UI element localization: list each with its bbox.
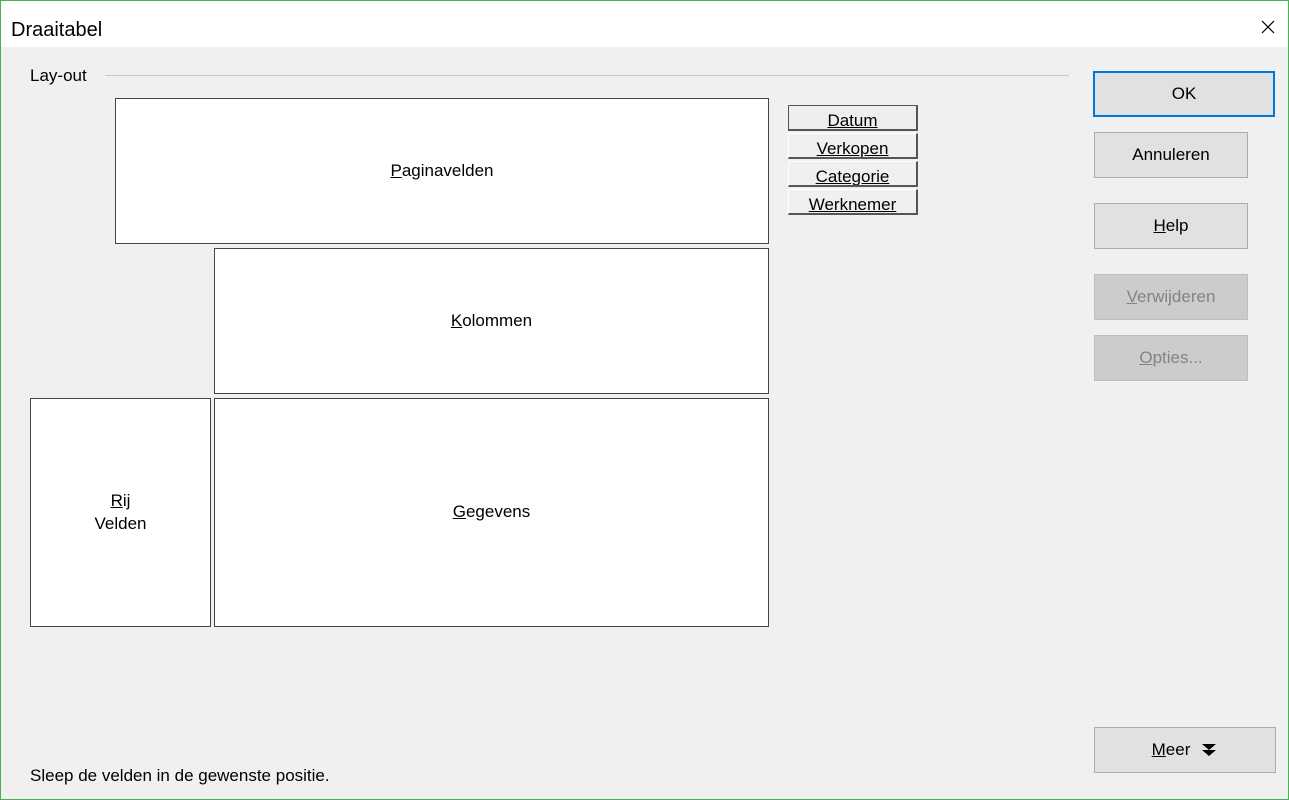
field-button-datum[interactable]: Datum bbox=[788, 105, 918, 131]
pivot-table-dialog: Draaitabel Lay-out Paginavelden Kolommen… bbox=[0, 0, 1289, 800]
help-button[interactable]: Help bbox=[1094, 203, 1248, 249]
page-fields-label: Paginavelden bbox=[390, 160, 494, 180]
cancel-button[interactable]: Annuleren bbox=[1094, 132, 1248, 178]
dialog-title: Draaitabel bbox=[11, 19, 103, 41]
title-bar: Draaitabel bbox=[1, 1, 1288, 47]
double-chevron-down-icon bbox=[1202, 744, 1217, 756]
close-button[interactable] bbox=[1248, 9, 1288, 45]
row-fields-label: Rij Velden bbox=[94, 490, 147, 533]
more-button-label: Meer bbox=[1151, 740, 1191, 759]
cancel-button-label: Annuleren bbox=[1132, 145, 1210, 164]
status-hint: Sleep de velden in de gewenste positie. bbox=[30, 766, 330, 785]
options-button[interactable]: Opties... bbox=[1094, 335, 1248, 381]
row-fields-drop-zone[interactable]: Rij Velden bbox=[30, 398, 211, 627]
field-button-verkopen[interactable]: Verkopen bbox=[788, 133, 918, 159]
ok-button[interactable]: OK bbox=[1093, 71, 1275, 117]
data-fields-label: Gegevens bbox=[452, 502, 531, 522]
layout-group-label: Lay-out bbox=[30, 66, 87, 85]
column-fields-drop-zone[interactable]: Kolommen bbox=[214, 248, 769, 394]
close-icon bbox=[1261, 20, 1275, 34]
column-fields-label: Kolommen bbox=[450, 310, 533, 330]
remove-button-label: Verwijderen bbox=[1126, 287, 1216, 306]
options-button-label: Opties... bbox=[1139, 348, 1203, 367]
field-button-categorie[interactable]: Categorie bbox=[788, 161, 918, 187]
data-fields-drop-zone[interactable]: Gegevens bbox=[214, 398, 769, 627]
layout-group-divider bbox=[105, 75, 1069, 76]
help-button-label: Help bbox=[1153, 216, 1189, 235]
ok-button-label: OK bbox=[1171, 84, 1197, 103]
more-button[interactable]: Meer bbox=[1094, 727, 1276, 773]
remove-button[interactable]: Verwijderen bbox=[1094, 274, 1248, 320]
field-button-werknemer[interactable]: Werknemer bbox=[788, 189, 918, 215]
page-fields-drop-zone[interactable]: Paginavelden bbox=[115, 98, 769, 244]
